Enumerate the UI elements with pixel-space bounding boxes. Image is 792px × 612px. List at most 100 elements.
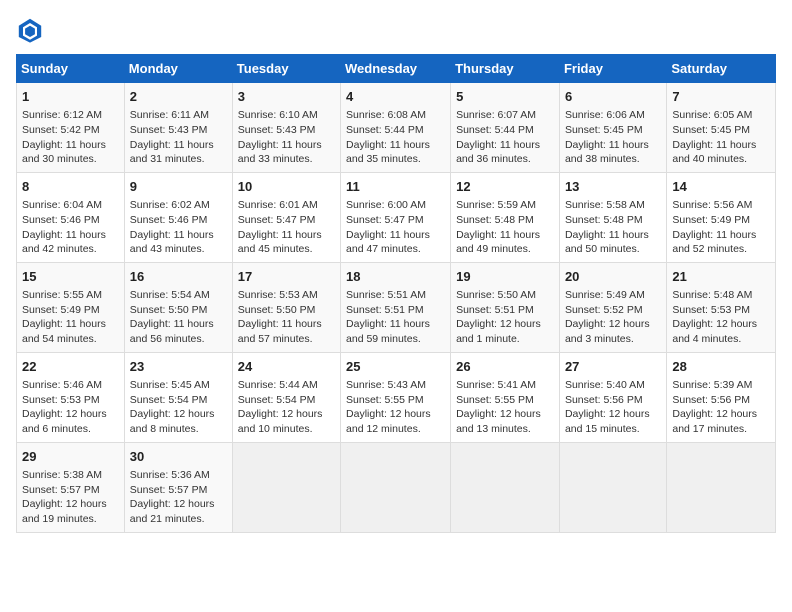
day-detail: Sunrise: 5:45 AMSunset: 5:54 PMDaylight:… (130, 378, 227, 437)
day-detail: Sunrise: 6:00 AMSunset: 5:47 PMDaylight:… (346, 198, 445, 257)
calendar-cell: 29 Sunrise: 5:38 AMSunset: 5:57 PMDayligh… (17, 442, 125, 532)
calendar-cell: 8 Sunrise: 6:04 AMSunset: 5:46 PMDaylight… (17, 172, 125, 262)
day-number: 2 (130, 88, 227, 106)
calendar-cell: 1 Sunrise: 6:12 AMSunset: 5:42 PMDaylight… (17, 83, 125, 173)
calendar-cell: 17 Sunrise: 5:53 AMSunset: 5:50 PMDayligh… (232, 262, 340, 352)
day-detail: Sunrise: 5:51 AMSunset: 5:51 PMDaylight:… (346, 288, 445, 347)
day-number: 20 (565, 268, 661, 286)
calendar-cell: 18 Sunrise: 5:51 AMSunset: 5:51 PMDayligh… (341, 262, 451, 352)
calendar-cell: 7 Sunrise: 6:05 AMSunset: 5:45 PMDaylight… (667, 83, 776, 173)
day-detail: Sunrise: 5:56 AMSunset: 5:49 PMDaylight:… (672, 198, 770, 257)
calendar-week-row: 29 Sunrise: 5:38 AMSunset: 5:57 PMDayligh… (17, 442, 776, 532)
calendar-cell: 26 Sunrise: 5:41 AMSunset: 5:55 PMDayligh… (451, 352, 560, 442)
weekday-header-row: SundayMondayTuesdayWednesdayThursdayFrid… (17, 55, 776, 83)
day-detail: Sunrise: 5:38 AMSunset: 5:57 PMDaylight:… (22, 468, 119, 527)
day-number: 22 (22, 358, 119, 376)
calendar-week-row: 15 Sunrise: 5:55 AMSunset: 5:49 PMDayligh… (17, 262, 776, 352)
day-detail: Sunrise: 5:43 AMSunset: 5:55 PMDaylight:… (346, 378, 445, 437)
calendar-cell: 16Sunrise: 5:54 AMSunset: 5:50 PMDayligh… (124, 262, 232, 352)
calendar-cell: 25 Sunrise: 5:43 AMSunset: 5:55 PMDayligh… (341, 352, 451, 442)
calendar-cell: 28Sunrise: 5:39 AMSunset: 5:56 PMDayligh… (667, 352, 776, 442)
day-number: 13 (565, 178, 661, 196)
calendar-cell: 12Sunrise: 5:59 AMSunset: 5:48 PMDayligh… (451, 172, 560, 262)
day-detail: Sunrise: 6:08 AMSunset: 5:44 PMDaylight:… (346, 108, 445, 167)
day-detail: Sunrise: 6:12 AMSunset: 5:42 PMDaylight:… (22, 108, 119, 167)
calendar-week-row: 8 Sunrise: 6:04 AMSunset: 5:46 PMDaylight… (17, 172, 776, 262)
day-number: 8 (22, 178, 119, 196)
calendar-cell: 24Sunrise: 5:44 AMSunset: 5:54 PMDayligh… (232, 352, 340, 442)
day-detail: Sunrise: 6:06 AMSunset: 5:45 PMDaylight:… (565, 108, 661, 167)
weekday-header-tuesday: Tuesday (232, 55, 340, 83)
weekday-header-wednesday: Wednesday (341, 55, 451, 83)
day-number: 10 (238, 178, 335, 196)
day-number: 11 (346, 178, 445, 196)
day-detail: Sunrise: 5:55 AMSunset: 5:49 PMDaylight:… (22, 288, 119, 347)
calendar-cell: 5 Sunrise: 6:07 AMSunset: 5:44 PMDaylight… (451, 83, 560, 173)
day-detail: Sunrise: 5:48 AMSunset: 5:53 PMDaylight:… (672, 288, 770, 347)
day-detail: Sunrise: 5:50 AMSunset: 5:51 PMDaylight:… (456, 288, 554, 347)
calendar-cell (559, 442, 666, 532)
day-detail: Sunrise: 6:05 AMSunset: 5:45 PMDaylight:… (672, 108, 770, 167)
day-number: 14 (672, 178, 770, 196)
calendar-week-row: 1 Sunrise: 6:12 AMSunset: 5:42 PMDaylight… (17, 83, 776, 173)
calendar-cell: 27 Sunrise: 5:40 AMSunset: 5:56 PMDayligh… (559, 352, 666, 442)
weekday-header-thursday: Thursday (451, 55, 560, 83)
day-detail: Sunrise: 5:39 AMSunset: 5:56 PMDaylight:… (672, 378, 770, 437)
weekday-header-sunday: Sunday (17, 55, 125, 83)
day-number: 3 (238, 88, 335, 106)
day-number: 27 (565, 358, 661, 376)
day-number: 4 (346, 88, 445, 106)
day-number: 24 (238, 358, 335, 376)
calendar-cell: 13Sunrise: 5:58 AMSunset: 5:48 PMDayligh… (559, 172, 666, 262)
day-number: 29 (22, 448, 119, 466)
calendar-week-row: 22 Sunrise: 5:46 AMSunset: 5:53 PMDayligh… (17, 352, 776, 442)
day-detail: Sunrise: 6:07 AMSunset: 5:44 PMDaylight:… (456, 108, 554, 167)
day-detail: Sunrise: 5:40 AMSunset: 5:56 PMDaylight:… (565, 378, 661, 437)
day-detail: Sunrise: 6:11 AMSunset: 5:43 PMDaylight:… (130, 108, 227, 167)
day-detail: Sunrise: 5:36 AMSunset: 5:57 PMDaylight:… (130, 468, 227, 527)
weekday-header-monday: Monday (124, 55, 232, 83)
calendar-cell: 10Sunrise: 6:01 AMSunset: 5:47 PMDayligh… (232, 172, 340, 262)
page-header (16, 16, 776, 44)
day-number: 17 (238, 268, 335, 286)
calendar-cell: 11 Sunrise: 6:00 AMSunset: 5:47 PMDayligh… (341, 172, 451, 262)
calendar-cell: 9Sunrise: 6:02 AMSunset: 5:46 PMDaylight… (124, 172, 232, 262)
day-number: 21 (672, 268, 770, 286)
day-detail: Sunrise: 6:02 AMSunset: 5:46 PMDaylight:… (130, 198, 227, 257)
day-number: 15 (22, 268, 119, 286)
calendar-cell: 14 Sunrise: 5:56 AMSunset: 5:49 PMDayligh… (667, 172, 776, 262)
calendar-cell (451, 442, 560, 532)
calendar-cell: 30Sunrise: 5:36 AMSunset: 5:57 PMDayligh… (124, 442, 232, 532)
calendar-cell: 21 Sunrise: 5:48 AMSunset: 5:53 PMDayligh… (667, 262, 776, 352)
day-detail: Sunrise: 6:10 AMSunset: 5:43 PMDaylight:… (238, 108, 335, 167)
calendar-cell (232, 442, 340, 532)
calendar-cell: 22 Sunrise: 5:46 AMSunset: 5:53 PMDayligh… (17, 352, 125, 442)
day-number: 7 (672, 88, 770, 106)
day-detail: Sunrise: 5:46 AMSunset: 5:53 PMDaylight:… (22, 378, 119, 437)
day-detail: Sunrise: 5:41 AMSunset: 5:55 PMDaylight:… (456, 378, 554, 437)
calendar-cell: 19 Sunrise: 5:50 AMSunset: 5:51 PMDayligh… (451, 262, 560, 352)
day-number: 6 (565, 88, 661, 106)
weekday-header-friday: Friday (559, 55, 666, 83)
weekday-header-saturday: Saturday (667, 55, 776, 83)
day-number: 16 (130, 268, 227, 286)
logo-icon (16, 16, 44, 44)
day-detail: Sunrise: 5:49 AMSunset: 5:52 PMDaylight:… (565, 288, 661, 347)
day-number: 23 (130, 358, 227, 376)
day-number: 19 (456, 268, 554, 286)
calendar-cell: 15 Sunrise: 5:55 AMSunset: 5:49 PMDayligh… (17, 262, 125, 352)
calendar-table: SundayMondayTuesdayWednesdayThursdayFrid… (16, 54, 776, 533)
day-number: 1 (22, 88, 119, 106)
calendar-cell: 20 Sunrise: 5:49 AMSunset: 5:52 PMDayligh… (559, 262, 666, 352)
calendar-cell (341, 442, 451, 532)
calendar-cell: 4 Sunrise: 6:08 AMSunset: 5:44 PMDaylight… (341, 83, 451, 173)
day-detail: Sunrise: 5:53 AMSunset: 5:50 PMDaylight:… (238, 288, 335, 347)
day-number: 12 (456, 178, 554, 196)
day-number: 25 (346, 358, 445, 376)
calendar-cell: 23 Sunrise: 5:45 AMSunset: 5:54 PMDayligh… (124, 352, 232, 442)
day-number: 18 (346, 268, 445, 286)
day-number: 5 (456, 88, 554, 106)
calendar-cell (667, 442, 776, 532)
day-detail: Sunrise: 6:04 AMSunset: 5:46 PMDaylight:… (22, 198, 119, 257)
day-number: 26 (456, 358, 554, 376)
